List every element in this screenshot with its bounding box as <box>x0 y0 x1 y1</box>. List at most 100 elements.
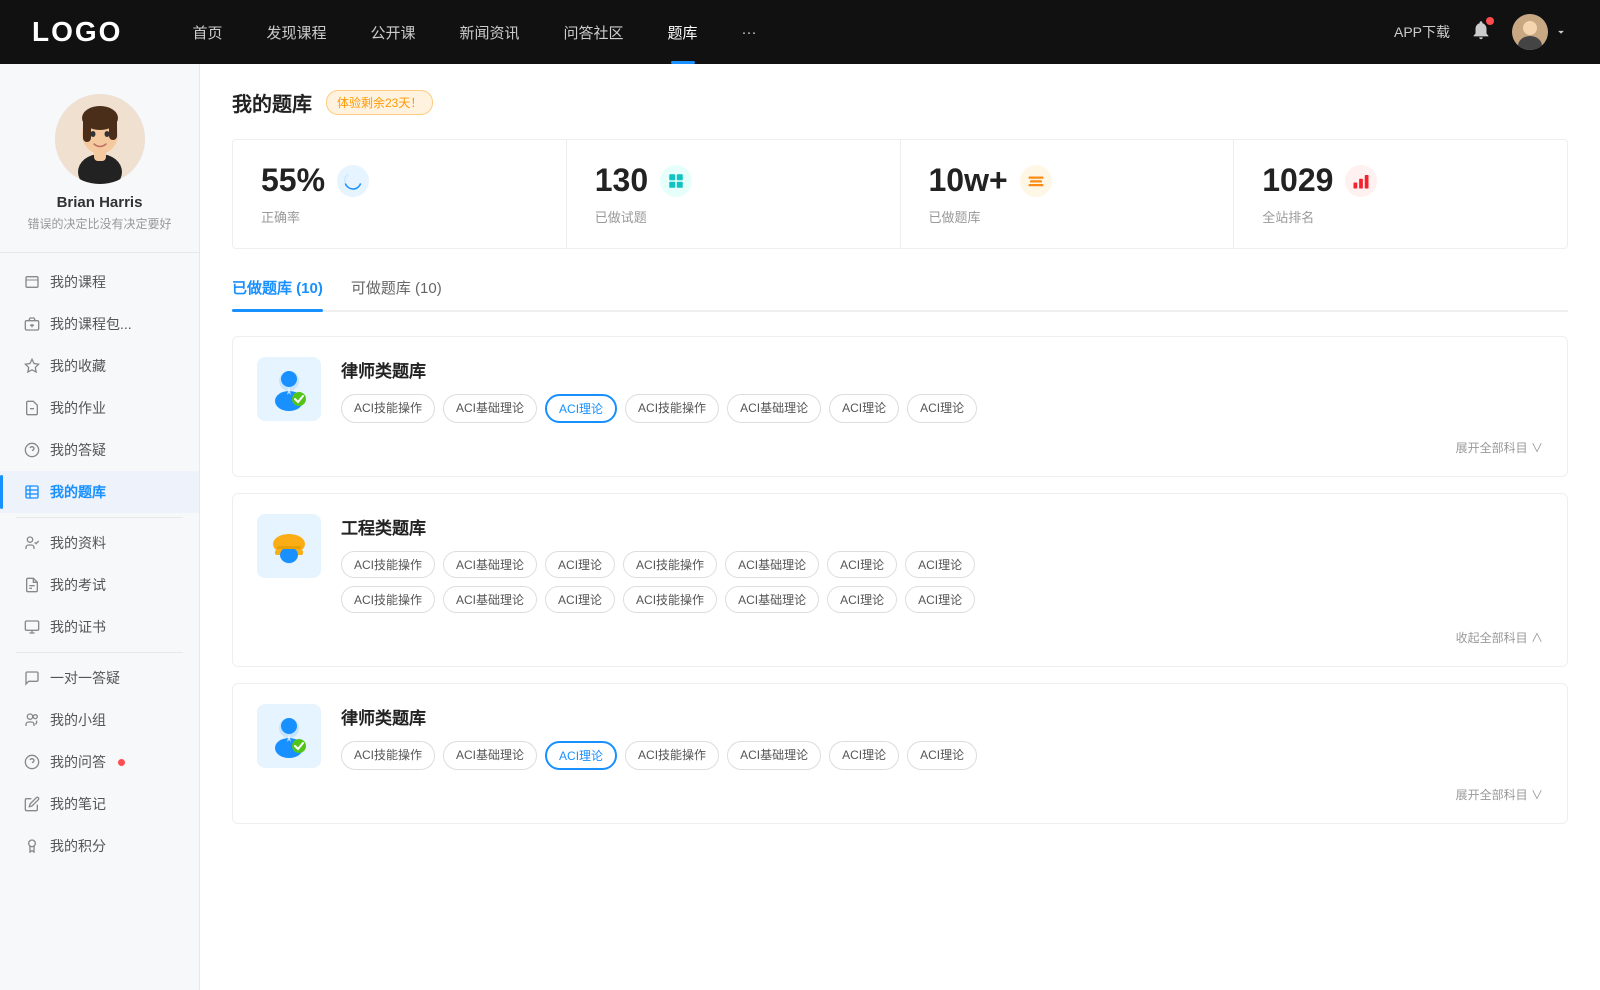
stat-rank-label: 全站排名 <box>1262 207 1539 226</box>
qbank-card-2: 工程类题库 ACI技能操作 ACI基础理论 ACI理论 ACI技能操作 ACI基… <box>232 493 1568 667</box>
tag-3-4[interactable]: ACI基础理论 <box>727 741 821 770</box>
tag-3-0[interactable]: ACI技能操作 <box>341 741 435 770</box>
trial-badge: 体验剩余23天！ <box>326 90 433 115</box>
exam-icon <box>24 577 40 593</box>
main-content: 我的题库 体验剩余23天！ 55% 正确率 130 <box>200 64 1600 990</box>
user-avatar-button[interactable] <box>1512 14 1568 50</box>
nav-qa[interactable]: 问答社区 <box>542 0 646 64</box>
sidebar-menu: 我的课程 我的课程包... 我的收藏 我的作业 <box>0 261 199 867</box>
qbank-icon-lawyer-1 <box>257 357 321 421</box>
tag-2a-3[interactable]: ACI技能操作 <box>623 551 717 578</box>
nav-more[interactable]: ··· <box>720 0 779 64</box>
stat-accuracy-number: 55% <box>261 162 325 199</box>
expand-link-2[interactable]: 收起全部科目 ∧ <box>257 629 1543 646</box>
nav-opencourse[interactable]: 公开课 <box>348 0 437 64</box>
group-icon <box>24 712 40 728</box>
tag-2b-5[interactable]: ACI理论 <box>827 586 897 613</box>
notification-button[interactable] <box>1470 19 1492 46</box>
tab-done-banks[interactable]: 已做题库 (10) <box>232 277 323 310</box>
tag-2a-4[interactable]: ACI基础理论 <box>725 551 819 578</box>
tag-2b-3[interactable]: ACI技能操作 <box>623 586 717 613</box>
sidebar-divider-2 <box>16 652 183 653</box>
material-icon <box>24 535 40 551</box>
sidebar-item-note[interactable]: 我的笔记 <box>0 783 199 825</box>
chevron-down-icon <box>1554 25 1568 39</box>
qbank-tags-2a: ACI技能操作 ACI基础理论 ACI理论 ACI技能操作 ACI基础理论 AC… <box>341 551 1543 578</box>
tag-2b-4[interactable]: ACI基础理论 <box>725 586 819 613</box>
tag-3-2[interactable]: ACI理论 <box>545 741 617 770</box>
expand-link-1[interactable]: 展开全部科目 ∨ <box>257 439 1543 456</box>
tag-1-5[interactable]: ACI理论 <box>829 394 899 423</box>
sidebar-item-exam[interactable]: 我的考试 <box>0 564 199 606</box>
nav-news[interactable]: 新闻资讯 <box>438 0 542 64</box>
sidebar-item-course[interactable]: 我的课程 <box>0 261 199 303</box>
sidebar-item-points[interactable]: 我的积分 <box>0 825 199 867</box>
sidebar-item-answer[interactable]: 我的答疑 <box>0 429 199 471</box>
sidebar-item-oneone[interactable]: 一对一答疑 <box>0 657 199 699</box>
tag-1-1[interactable]: ACI基础理论 <box>443 394 537 423</box>
profile-avatar[interactable] <box>55 94 145 184</box>
tag-2a-6[interactable]: ACI理论 <box>905 551 975 578</box>
tag-1-4[interactable]: ACI基础理论 <box>727 394 821 423</box>
tag-3-1[interactable]: ACI基础理论 <box>443 741 537 770</box>
stat-done-questions: 130 已做试题 <box>567 140 901 248</box>
tag-2b-6[interactable]: ACI理论 <box>905 586 975 613</box>
app-download-button[interactable]: APP下载 <box>1394 22 1450 42</box>
sidebar: Brian Harris 错误的决定比没有决定要好 我的课程 我的课程包... <box>0 64 200 990</box>
tag-1-0[interactable]: ACI技能操作 <box>341 394 435 423</box>
qbank-icon-engineer <box>257 514 321 578</box>
tag-2b-1[interactable]: ACI基础理论 <box>443 586 537 613</box>
course-icon <box>24 274 40 290</box>
stat-done-label: 已做试题 <box>595 207 872 226</box>
star-icon <box>24 358 40 374</box>
qa-notification-dot <box>118 759 125 766</box>
stat-rank-number: 1029 <box>1262 162 1333 199</box>
tag-2a-1[interactable]: ACI基础理论 <box>443 551 537 578</box>
sidebar-item-qbank[interactable]: 我的题库 <box>0 471 199 513</box>
sidebar-item-group[interactable]: 我的小组 <box>0 699 199 741</box>
stat-rank: 1029 全站排名 <box>1234 140 1567 248</box>
tag-2b-0[interactable]: ACI技能操作 <box>341 586 435 613</box>
tag-2a-5[interactable]: ACI理论 <box>827 551 897 578</box>
nav-discover[interactable]: 发现课程 <box>244 0 348 64</box>
page-title: 我的题库 <box>232 88 312 117</box>
tag-1-3[interactable]: ACI技能操作 <box>625 394 719 423</box>
navbar: LOGO 首页 发现课程 公开课 新闻资讯 问答社区 题库 ··· APP下载 <box>0 0 1600 64</box>
expand-link-3[interactable]: 展开全部科目 ∨ <box>257 786 1543 803</box>
tag-3-6[interactable]: ACI理论 <box>907 741 977 770</box>
tag-1-6[interactable]: ACI理论 <box>907 394 977 423</box>
question-icon <box>24 442 40 458</box>
tag-3-3[interactable]: ACI技能操作 <box>625 741 719 770</box>
profile-area: Brian Harris 错误的决定比没有决定要好 <box>0 84 199 253</box>
stat-rank-icon <box>1345 165 1377 197</box>
tag-2a-0[interactable]: ACI技能操作 <box>341 551 435 578</box>
qbank-header-1: 律师类题库 ACI技能操作 ACI基础理论 ACI理论 ACI技能操作 ACI基… <box>257 357 1543 423</box>
logo[interactable]: LOGO <box>32 16 122 48</box>
tag-1-2[interactable]: ACI理论 <box>545 394 617 423</box>
qbank-title-2: 工程类题库 <box>341 514 1543 539</box>
stat-banks-number: 10w+ <box>929 162 1008 199</box>
points-icon <box>24 838 40 854</box>
qbank-tags-2b: ACI技能操作 ACI基础理论 ACI理论 ACI技能操作 ACI基础理论 AC… <box>341 586 1543 613</box>
homework-icon <box>24 400 40 416</box>
qbank-card-1: 律师类题库 ACI技能操作 ACI基础理论 ACI理论 ACI技能操作 ACI基… <box>232 336 1568 477</box>
qbank-tags-3: ACI技能操作 ACI基础理论 ACI理论 ACI技能操作 ACI基础理论 AC… <box>341 741 1543 770</box>
stat-done-number: 130 <box>595 162 648 199</box>
stat-accuracy: 55% 正确率 <box>233 140 567 248</box>
tag-2a-2[interactable]: ACI理论 <box>545 551 615 578</box>
profile-name: Brian Harris <box>57 194 143 211</box>
qbank-card-3: 律师类题库 ACI技能操作 ACI基础理论 ACI理论 ACI技能操作 ACI基… <box>232 683 1568 824</box>
tag-2b-2[interactable]: ACI理论 <box>545 586 615 613</box>
nav-home[interactable]: 首页 <box>170 0 244 64</box>
sidebar-item-certificate[interactable]: 我的证书 <box>0 606 199 648</box>
tab-available-banks[interactable]: 可做题库 (10) <box>351 277 442 310</box>
sidebar-item-package[interactable]: 我的课程包... <box>0 303 199 345</box>
sidebar-item-favorites[interactable]: 我的收藏 <box>0 345 199 387</box>
user-avatar <box>1512 14 1548 50</box>
nav-qbank[interactable]: 题库 <box>646 0 720 64</box>
sidebar-item-homework[interactable]: 我的作业 <box>0 387 199 429</box>
sidebar-item-myqa[interactable]: 我的问答 <box>0 741 199 783</box>
sidebar-item-material[interactable]: 我的资料 <box>0 522 199 564</box>
tag-3-5[interactable]: ACI理论 <box>829 741 899 770</box>
sidebar-divider-1 <box>16 517 183 518</box>
